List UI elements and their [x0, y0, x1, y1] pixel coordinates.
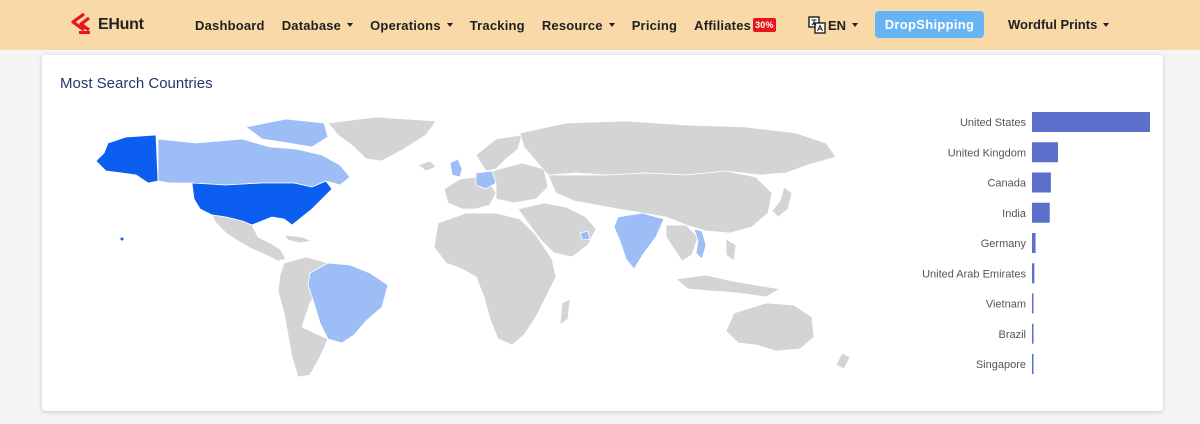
nav-operations[interactable]: Operations: [370, 18, 453, 33]
map-madagascar[interactable]: [559, 298, 571, 326]
nav-dashboard-label: Dashboard: [195, 17, 265, 33]
brand-logo[interactable]: EHunt: [70, 12, 144, 38]
nav-pricing-label: Pricing: [631, 17, 678, 33]
map-indonesia[interactable]: [675, 274, 781, 298]
map-uae[interactable]: [579, 230, 591, 241]
bar-label: United States: [960, 117, 1027, 129]
language-label: EN: [828, 17, 847, 33]
brand-name: EHunt: [98, 16, 144, 33]
nav-affiliates[interactable]: Affiliates 30%: [694, 18, 776, 33]
bar-label: Vietnam: [986, 299, 1026, 311]
card-title: Most Search Countries: [60, 75, 213, 92]
language-selector[interactable]: EN: [808, 16, 859, 34]
nav-resource[interactable]: Resource: [542, 18, 615, 33]
translate-icon: [808, 16, 826, 34]
map-greenland[interactable]: [327, 116, 437, 162]
nav-database[interactable]: Database: [281, 17, 354, 33]
dropshipping-button[interactable]: DropShipping: [875, 11, 984, 38]
bar[interactable]: [1032, 354, 1034, 374]
most-search-countries-card: Most Search Countries United States Unit…: [42, 55, 1163, 411]
chevron-down-icon: [347, 23, 354, 27]
nav-tracking-label: Tracking: [469, 17, 525, 33]
map-brazil[interactable]: [307, 262, 389, 344]
main-nav: Dashboard Database Operations Tracking R…: [195, 0, 793, 50]
bar[interactable]: [1032, 202, 1050, 223]
bar-label: United Kingdom: [948, 147, 1026, 159]
country-bar-chart: United States United Kingdom Canada India Ge…: [922, 112, 1150, 374]
nav-database-label: Database: [281, 17, 342, 33]
bar[interactable]: [1032, 233, 1036, 253]
chevron-down-icon: [608, 23, 615, 27]
bar-label: Germany: [981, 238, 1027, 250]
map-hawaii[interactable]: [120, 237, 124, 241]
world-map: [95, 116, 851, 378]
nav-tracking[interactable]: Tracking: [470, 18, 525, 33]
map-arctic-islands[interactable]: [245, 118, 329, 148]
map-uk[interactable]: [449, 158, 463, 178]
bar[interactable]: [1032, 142, 1058, 163]
map-india[interactable]: [613, 212, 665, 270]
map-caribbean[interactable]: [283, 234, 313, 244]
map-russia[interactable]: [519, 120, 837, 176]
bar[interactable]: [1032, 323, 1034, 344]
map-philippines[interactable]: [725, 238, 737, 262]
map-eastern-europe[interactable]: [491, 162, 549, 204]
affiliates-badge: 30%: [753, 18, 776, 32]
bar-label: Canada: [987, 178, 1026, 190]
bar-label: Singapore: [976, 359, 1026, 371]
account-name: Wordful Prints: [1008, 17, 1098, 32]
map-iceland[interactable]: [417, 160, 437, 172]
chevron-down-icon: [852, 23, 859, 27]
map-alaska[interactable]: [95, 134, 159, 184]
map-canada[interactable]: [157, 138, 351, 188]
nav-dashboard[interactable]: Dashboard: [195, 18, 265, 33]
map-australia[interactable]: [725, 302, 815, 352]
map-japan[interactable]: [771, 186, 793, 218]
chevron-down-icon: [1103, 22, 1110, 27]
top-navigation-bar: EHunt Dashboard Database Operations Trac…: [0, 0, 1200, 50]
bar-label: Brazil: [998, 329, 1026, 341]
bar-label: United Arab Emirates: [922, 268, 1026, 280]
map-usa[interactable]: [191, 180, 333, 226]
account-menu[interactable]: Wordful Prints: [1008, 17, 1110, 32]
bar[interactable]: [1032, 263, 1035, 284]
nav-resource-label: Resource: [541, 17, 603, 33]
nav-affiliates-label: Affiliates: [694, 17, 752, 33]
nav-operations-label: Operations: [370, 17, 441, 33]
ehunt-logo-icon: [71, 12, 90, 34]
bar[interactable]: [1032, 112, 1150, 132]
chevron-down-icon: [446, 23, 453, 27]
map-new-zealand[interactable]: [835, 352, 851, 370]
map-southeast-asia[interactable]: [665, 224, 699, 262]
nav-pricing[interactable]: Pricing: [632, 18, 677, 33]
bar-label: India: [1002, 208, 1027, 220]
bar[interactable]: [1032, 293, 1034, 314]
bar[interactable]: [1032, 172, 1051, 193]
